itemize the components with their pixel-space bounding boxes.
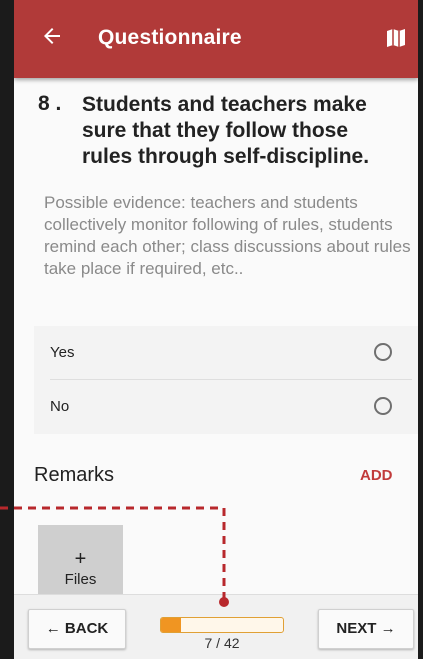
option-yes[interactable]: Yes xyxy=(50,326,412,380)
navigation-bar: ← BACK 7 / 42 NEXT → xyxy=(14,594,418,659)
plus-icon: + xyxy=(74,548,87,570)
option-label: Yes xyxy=(50,344,75,361)
question-number: 8 . xyxy=(38,92,62,115)
arrow-left-icon[interactable] xyxy=(40,24,68,52)
remarks-heading: Remarks xyxy=(34,464,115,486)
radio-button[interactable] xyxy=(374,397,392,415)
add-remark-button[interactable]: ADD xyxy=(360,467,393,484)
app-header: Questionnaire xyxy=(14,0,418,78)
progress-count: 7 / 42 xyxy=(204,635,240,651)
progress-fill xyxy=(161,618,182,632)
option-label: No xyxy=(50,398,70,415)
option-no[interactable]: No xyxy=(50,380,412,434)
questionnaire-screen: Questionnaire 8 . Students and teachers … xyxy=(14,0,418,659)
next-button[interactable]: NEXT → xyxy=(318,609,414,649)
add-files-button[interactable]: + Files xyxy=(38,525,123,595)
question-text: Students and teachers make sure that the… xyxy=(82,93,370,168)
page-title: Questionnaire xyxy=(98,26,242,49)
back-button[interactable]: ← BACK xyxy=(28,609,126,649)
files-label: Files xyxy=(64,571,97,588)
radio-button[interactable] xyxy=(374,343,392,361)
question-evidence: Possible evidence: teachers and students… xyxy=(44,193,411,278)
answer-options: Yes No xyxy=(34,326,418,434)
map-icon[interactable] xyxy=(384,26,408,50)
progress-bar xyxy=(160,617,284,633)
